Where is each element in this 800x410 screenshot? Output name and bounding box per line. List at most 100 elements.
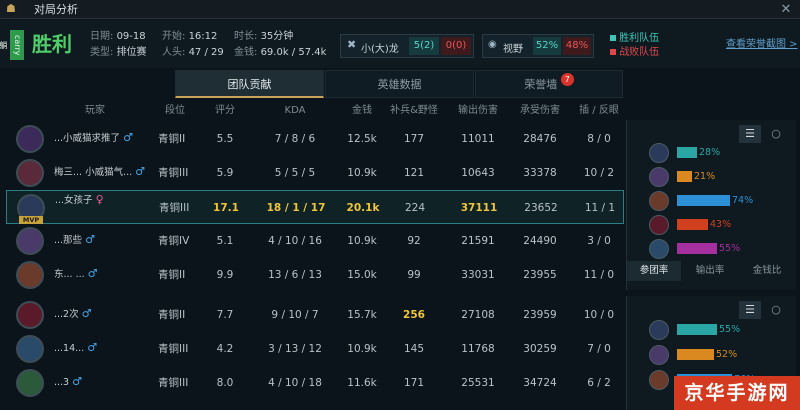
damage-cell: 10643 [461, 167, 495, 179]
tab-hero-data[interactable]: 英雄数据 [325, 70, 474, 98]
wards-cell: 3 / 0 [587, 235, 611, 247]
stat-bar [677, 171, 692, 182]
tab-bar: 团队贡献 英雄数据 荣誉墙 7 [175, 70, 623, 98]
champion-avatar [16, 261, 44, 289]
gold-label: 金钱: [234, 47, 258, 58]
player-name-text: ...小威猫求推了 [54, 133, 121, 144]
player-name[interactable]: ...小威猫求推了 ♂ [54, 132, 133, 145]
stat-percent: 21% [694, 171, 716, 182]
match-result: 胜利 [32, 32, 72, 56]
tab-honor-wall[interactable]: 荣誉墙 7 [475, 70, 623, 98]
stat-bar [677, 349, 714, 360]
col-score: 评分 [215, 105, 235, 116]
tab-damage-share[interactable]: 输出率 [683, 261, 737, 281]
kills-label: 人头: [162, 47, 186, 58]
circle-view-icon[interactable]: ○ [767, 301, 785, 319]
duration-label: 时长: [234, 31, 258, 42]
kda-cell: 9 / 10 / 7 [271, 309, 319, 321]
champion-chip [649, 239, 669, 259]
male-icon: ♂ [87, 341, 98, 354]
player-row[interactable]: ...2次 ♂ 青铜II 7.7 9 / 10 / 7 15.7k 256 27108 2395… [6, 298, 624, 332]
cs-cell: 177 [403, 133, 425, 145]
player-row[interactable]: MVP ...女孩子 ♀ 青铜III 17.1 18 / 1 / 17 20.1k 224 37… [6, 190, 624, 224]
close-icon[interactable]: ✕ [777, 0, 795, 19]
list-view-icon[interactable]: ☰ [739, 125, 761, 143]
damage-cell: 21591 [461, 235, 495, 247]
carry-badge: carry 躺 [0, 30, 24, 60]
tab-honor-wall-label: 荣誉墙 [524, 78, 558, 91]
tab-gold-share[interactable]: 金钱比 [739, 261, 795, 281]
score-cell: 7.7 [216, 309, 234, 321]
taken-cell: 33378 [523, 167, 557, 179]
rank-cell: 青铜IV [158, 235, 190, 247]
title-bar: ☗ 对局分析 ✕ [0, 0, 800, 19]
tab-participation[interactable]: 参团率 [627, 261, 681, 281]
col-taken: 承受伤害 [520, 105, 560, 116]
damage-cell: 33031 [461, 269, 495, 281]
cs-cell: 92 [407, 235, 421, 247]
damage-cell: 25531 [461, 377, 495, 389]
cs-cell: 256 [403, 309, 425, 321]
player-name[interactable]: ...3 ♂ [54, 376, 82, 389]
wards-cell: 11 / 0 [583, 269, 615, 281]
champion-chip [649, 191, 669, 211]
col-damage: 输出伤害 [458, 105, 498, 116]
player-name[interactable]: ...那些 ♂ [54, 234, 95, 247]
stat-percent: 55% [719, 324, 741, 335]
champion-chip [649, 345, 669, 365]
cs-cell: 121 [403, 167, 425, 179]
date-label: 日期: [90, 31, 114, 42]
honor-screenshot-link[interactable]: 查看荣誉截图 > [726, 35, 798, 50]
player-name[interactable]: ...2次 ♂ [54, 308, 91, 321]
player-name[interactable]: ...14... ♂ [54, 342, 97, 355]
stat-percent: 52% [716, 349, 738, 360]
match-header: carry 躺 胜利 日期: 09-18 类型: 排位赛 开始: 16:12 人… [0, 20, 800, 68]
female-icon: ♀ [95, 193, 104, 206]
mvp-badge: MVP [19, 216, 43, 224]
male-icon: ♂ [72, 375, 82, 388]
col-cs: 补兵&野怪 [390, 105, 438, 116]
win-legend-swatch [610, 35, 616, 41]
damage-cell: 11011 [461, 133, 495, 145]
circle-view-icon[interactable]: ○ [767, 125, 785, 143]
kda-cell: 4 / 10 / 18 [268, 377, 322, 389]
champion-chip [649, 143, 669, 163]
gold-cell: 15.0k [347, 269, 377, 281]
player-row[interactable]: 梅三... 小威猫气... ♂ 青铜III 5.9 5 / 5 / 5 10.9k 121 1… [6, 156, 624, 190]
score-cell: 5.1 [216, 235, 234, 247]
score-cell: 17.1 [213, 202, 239, 214]
list-view-icon[interactable]: ☰ [739, 301, 761, 319]
player-row[interactable]: 东... ... ♂ 青铜II 9.9 13 / 6 / 13 15.0k 99 33031 2… [6, 258, 624, 292]
rank-cell: 青铜III [159, 202, 190, 214]
gold-cell: 11.6k [347, 377, 377, 389]
player-row[interactable]: ...14... ♂ 青铜III 4.2 3 / 13 / 12 10.9k 145 1176… [6, 332, 624, 366]
player-row[interactable]: ...小威猫求推了 ♂ 青铜II 5.5 7 / 8 / 6 12.5k 177 11011 2… [6, 122, 624, 156]
stat-bar [677, 219, 708, 230]
cs-cell: 99 [407, 269, 421, 281]
vision-lose: 48% [563, 37, 591, 55]
tab-team-contribution[interactable]: 团队贡献 [175, 70, 324, 98]
start-label: 开始: [162, 31, 186, 42]
male-icon: ♂ [87, 267, 98, 280]
player-name[interactable]: 梅三... 小威猫气... ♂ [54, 166, 145, 179]
player-name[interactable]: 东... ... ♂ [54, 268, 98, 281]
player-name[interactable]: ...女孩子 ♀ [55, 194, 104, 207]
player-row[interactable]: ...那些 ♂ 青铜IV 5.1 4 / 10 / 16 10.9k 92 21591 2449… [6, 224, 624, 258]
stat-bar [677, 243, 717, 254]
taken-cell: 28476 [523, 133, 557, 145]
damage-cell: 11768 [461, 343, 495, 355]
stat-percent: 74% [732, 195, 754, 206]
lose-legend-swatch [610, 49, 616, 55]
stat-bar [677, 195, 730, 206]
win-legend: 胜利队伍 [619, 33, 660, 44]
player-row[interactable]: ...3 ♂ 青铜III 8.0 4 / 10 / 18 11.6k 171 25531 347… [6, 366, 624, 400]
kda-cell: 4 / 10 / 16 [268, 235, 322, 247]
damage-cell: 27108 [461, 309, 495, 321]
rank-cell: 青铜III [158, 343, 189, 355]
taken-cell: 23955 [523, 269, 557, 281]
taken-cell: 24490 [523, 235, 557, 247]
honor-badge: 7 [560, 73, 574, 86]
taken-cell: 23959 [523, 309, 557, 321]
eye-icon: ◉ [488, 39, 497, 50]
male-icon: ♂ [85, 233, 95, 246]
